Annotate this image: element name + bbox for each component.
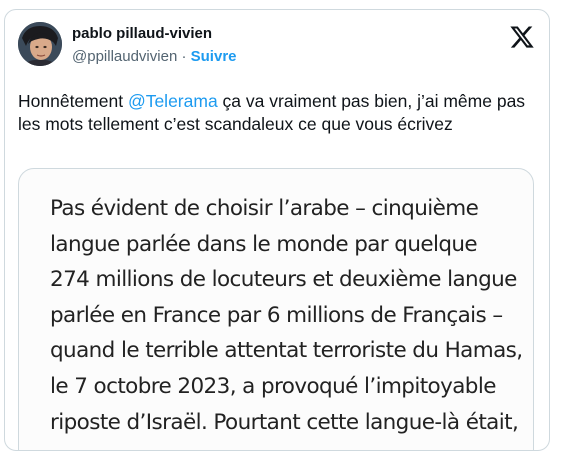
mention-link[interactable]: @Telerama — [128, 91, 218, 111]
follow-button[interactable]: Suivre — [191, 48, 237, 65]
media-text-line: 274 millions de locuteurs et deuxième la… — [50, 267, 517, 293]
media-text-block: Pas évident de choisir l’arabe – cinquiè… — [50, 191, 523, 440]
author-avatar[interactable] — [18, 22, 62, 66]
media-text-line: quand le terrible attentat terroriste du… — [50, 338, 523, 364]
author-handle[interactable]: @ppillaudvivien — [72, 48, 177, 65]
separator-dot: · — [181, 48, 187, 65]
tweet-text: Honnêtement @Telerama ça va vraiment pas… — [18, 90, 538, 135]
media-text-line: Pas évident de choisir l’arabe – cinquiè… — [50, 196, 479, 221]
tweet-media-image[interactable]: Pas évident de choisir l’arabe – cinquiè… — [18, 168, 534, 450]
tweet-text-start: Honnêtement — [18, 91, 128, 111]
tweet-embed-card: pablo pillaud-vivien @ppillaudvivien · S… — [4, 9, 550, 451]
media-text-line: parlée en France par 6 millions de Franç… — [50, 302, 503, 328]
author-name[interactable]: pablo pillaud-vivien — [72, 25, 212, 42]
media-text-line: langue parlée dans le monde par quelque — [50, 231, 478, 257]
x-logo-icon[interactable] — [509, 24, 535, 50]
avatar-photo — [18, 22, 62, 66]
author-handle-line: @ppillaudvivien · Suivre — [72, 48, 237, 65]
media-text-line: le 7 octobre 2023, a provoqué l’impitoya… — [50, 373, 496, 399]
